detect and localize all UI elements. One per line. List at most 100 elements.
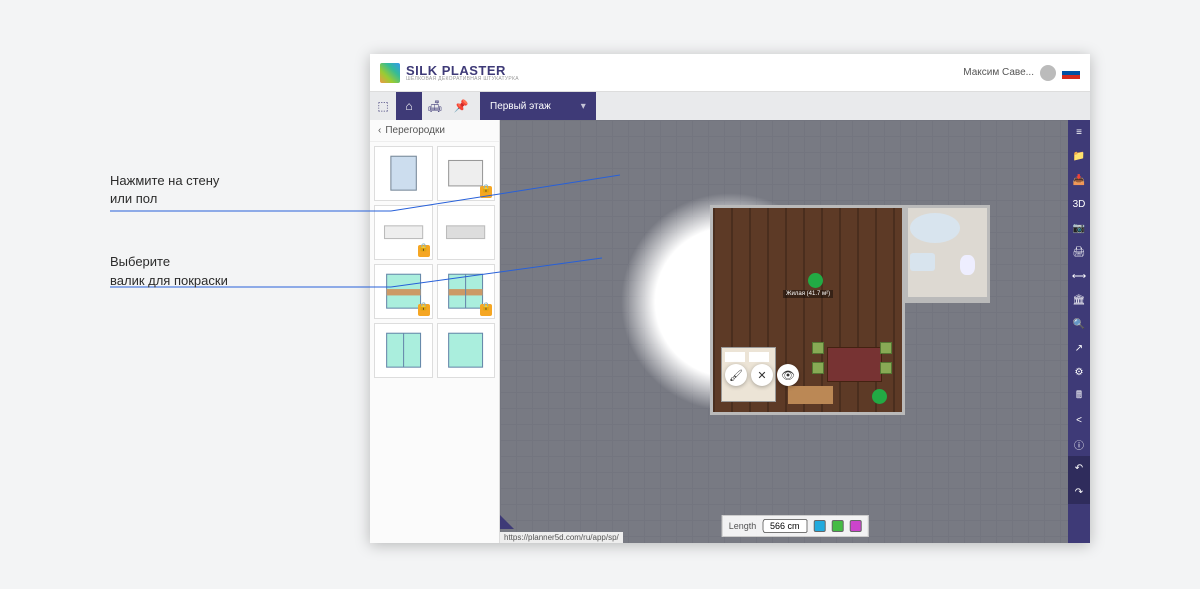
brand-subtitle: ШЁЛКОВАЯ ДЕКОРАТИВНАЯ ШТУКАТУРКА	[406, 77, 519, 82]
visibility-button[interactable]: 👁	[777, 364, 799, 386]
brand-logo[interactable]: SILK PLASTER ШЁЛКОВАЯ ДЕКОРАТИВНАЯ ШТУКА…	[380, 63, 519, 83]
rail-3d[interactable]: 3D	[1068, 192, 1090, 216]
wall-icon: 🏛	[1073, 295, 1086, 306]
pin-icon: 📌	[454, 99, 469, 113]
furniture-pillow	[725, 352, 745, 362]
furniture-pillow	[749, 352, 769, 362]
right-toolbar: ≡ 📁 📥 3D 📷 🖨 ⟷ 🏛 🔍 ↗ ⚙ 🖩 < ⓘ ↶ ↷	[1068, 120, 1090, 543]
share-icon: <	[1076, 415, 1082, 426]
annotation-click-wall: Нажмите на стену или пол	[110, 172, 228, 208]
room-shape-icon: ⬚	[377, 99, 388, 113]
catalog-item[interactable]	[374, 264, 433, 319]
undo-icon: ↶	[1075, 463, 1083, 474]
rail-save[interactable]: 📥	[1068, 168, 1090, 192]
rail-zoom[interactable]: 🔍	[1068, 312, 1090, 336]
rail-calc[interactable]: 🖩	[1068, 384, 1090, 408]
rail-export[interactable]: ↗	[1068, 336, 1090, 360]
annotation-line: валик для покраски	[110, 272, 228, 290]
plan-canvas[interactable]: Жилая (41.7 м²)	[500, 120, 1090, 543]
sidebar-catalog: ‹ Перегородки	[370, 120, 500, 543]
catalog-item[interactable]	[374, 146, 433, 201]
furniture-chair[interactable]	[880, 362, 892, 374]
catalog-item[interactable]	[374, 323, 433, 378]
catalog-item[interactable]	[374, 205, 433, 260]
fixture-sink[interactable]	[910, 253, 935, 271]
room-label: Жилая (41.7 м²)	[783, 290, 833, 298]
rail-settings[interactable]: ⚙	[1068, 360, 1090, 384]
camera-icon: 📷	[1073, 223, 1085, 234]
status-url: https://planner5d.com/ru/app/sp/	[500, 532, 623, 543]
roller-icon: 🖌	[729, 369, 743, 382]
tab-home[interactable]: ⌂	[396, 92, 422, 120]
user-menu[interactable]: Максим Саве...	[963, 65, 1056, 81]
locale-flag-ru[interactable]	[1062, 67, 1080, 79]
avatar-icon	[1040, 65, 1056, 81]
home-icon: ⌂	[405, 99, 412, 113]
brand-title: SILK PLASTER	[406, 64, 519, 77]
user-name: Максим Саве...	[963, 67, 1034, 78]
rail-print[interactable]: 🖨	[1068, 240, 1090, 264]
furniture-chair[interactable]	[812, 362, 824, 374]
eye-icon: 👁	[781, 369, 795, 382]
rail-walls[interactable]: 🏛	[1068, 288, 1090, 312]
menu-icon: ≡	[1076, 127, 1082, 138]
search-icon: 🔍	[1073, 319, 1085, 330]
catalog-item[interactable]	[437, 264, 496, 319]
decor-plant[interactable]	[808, 273, 823, 288]
interior-wall[interactable]	[905, 205, 908, 300]
measurement-bar: Length	[722, 515, 869, 537]
rail-menu[interactable]: ≡	[1068, 120, 1090, 144]
sidebar-header[interactable]: ‹ Перегородки	[370, 120, 499, 142]
interior-wall[interactable]	[905, 300, 990, 303]
rail-redo[interactable]: ↷	[1068, 480, 1090, 504]
sofa-icon: 🛋	[427, 99, 442, 113]
export-icon: ↗	[1075, 343, 1083, 354]
dimension-icon: ⟷	[1072, 271, 1086, 282]
furniture-table[interactable]	[827, 347, 882, 382]
fixture-bathtub[interactable]	[910, 213, 960, 243]
catalog-item[interactable]	[437, 205, 496, 260]
rail-open[interactable]: 📁	[1068, 144, 1090, 168]
paint-roller-button[interactable]: 🖌	[725, 364, 747, 386]
color-swatch-magenta[interactable]	[849, 520, 861, 532]
catalog-item[interactable]	[437, 146, 496, 201]
lock-icon	[418, 304, 430, 316]
color-swatch-cyan[interactable]	[813, 520, 825, 532]
rail-dimension[interactable]: ⟷	[1068, 264, 1090, 288]
annotation-line: Нажмите на стену	[110, 172, 228, 190]
catalog-item[interactable]	[437, 323, 496, 378]
download-icon: 📥	[1073, 175, 1085, 186]
toolbar: ⬚ ⌂ 🛋 📌 Первый этаж ▾	[370, 92, 1090, 120]
fixture-toilet[interactable]	[960, 255, 975, 275]
furniture-chair[interactable]	[880, 342, 892, 354]
length-label: Length	[729, 521, 757, 531]
gear-icon: ⚙	[1075, 367, 1084, 378]
floor-label: Первый этаж	[490, 101, 551, 112]
rail-undo[interactable]: ↶	[1068, 456, 1090, 480]
rail-info[interactable]: ⓘ	[1068, 432, 1090, 456]
rail-share[interactable]: <	[1068, 408, 1090, 432]
folder-icon: 📁	[1073, 151, 1085, 162]
brand-logo-icon	[380, 63, 400, 83]
rail-snapshot[interactable]: 📷	[1068, 216, 1090, 240]
main-area: ‹ Перегородки Жилая (41.7 м²)	[370, 120, 1090, 543]
furniture-desk[interactable]	[788, 386, 833, 404]
color-swatch-green[interactable]	[831, 520, 843, 532]
close-context-button[interactable]: ✕	[751, 364, 773, 386]
chevron-down-icon: ▾	[581, 101, 586, 112]
floor-selector[interactable]: Первый этаж ▾	[480, 92, 596, 120]
calculator-icon: 🖩	[1076, 388, 1082, 405]
printer-icon: 🖨	[1073, 247, 1086, 258]
furniture-chair[interactable]	[812, 342, 824, 354]
annotation-choose-roller: Выберите валик для покраски	[110, 253, 228, 289]
back-icon: ‹	[378, 125, 381, 136]
annotation-line: Выберите	[110, 253, 228, 271]
tab-room[interactable]: ⬚	[370, 92, 396, 120]
sidebar-category: Перегородки	[385, 125, 445, 136]
lock-icon	[480, 304, 492, 316]
length-input[interactable]	[762, 519, 807, 533]
lock-icon	[480, 186, 492, 198]
decor-plant[interactable]	[872, 389, 887, 404]
tab-furniture[interactable]: 🛋	[422, 92, 448, 120]
tab-decor[interactable]: 📌	[448, 92, 474, 120]
